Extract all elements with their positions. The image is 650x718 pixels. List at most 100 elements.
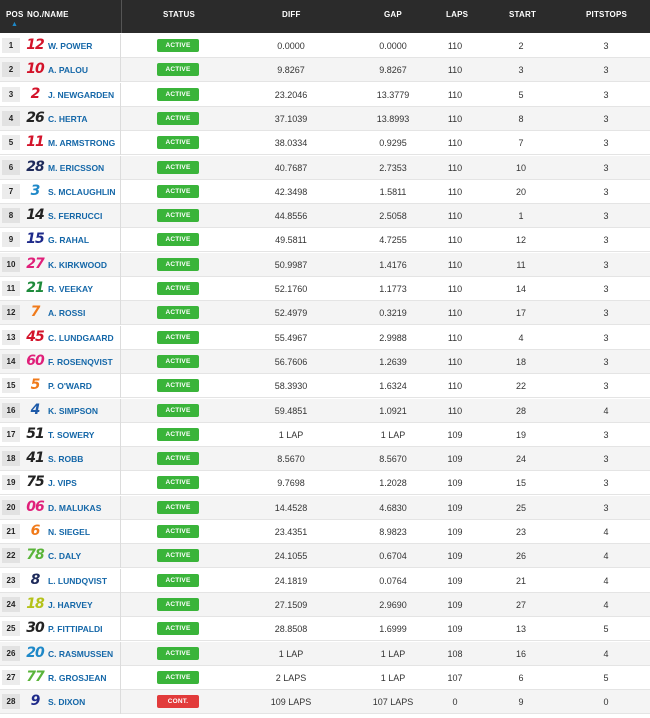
driver-name-link[interactable]: N. SIEGEL (48, 520, 90, 544)
driver-name-link[interactable]: P. O'WARD (48, 374, 92, 398)
header-num-name[interactable]: NO./NAME (27, 10, 69, 19)
driver-cell: 16 4 K. SIMPSON (0, 398, 121, 423)
driver-name-link[interactable]: R. GROSJEAN (48, 666, 107, 690)
status-badge: ACTIVE (157, 184, 199, 198)
driver-name-link[interactable]: J. NEWGARDEN (48, 83, 114, 107)
gap-cell: 1 LAP (380, 429, 406, 440)
diff-cell: 109 LAPS (270, 697, 312, 708)
driver-cell: 9 15 G. RAHAL (0, 228, 121, 253)
driver-cell: 28 9 S. DIXON (0, 690, 121, 715)
table-row: 24 18 J. HARVEY ACTIVE 27.1509 2.9690 109 27 4 (0, 592, 650, 617)
start-cell: 9 (518, 697, 524, 708)
diff-cell: 40.7687 (274, 162, 308, 173)
driver-cell: 2 10 A. PALOU (0, 58, 121, 83)
driver-name-link[interactable]: W. POWER (48, 34, 92, 58)
driver-cell: 25 30 P. FITTIPALDI (0, 617, 121, 642)
driver-name-link[interactable]: A. PALOU (48, 58, 88, 82)
driver-name-link[interactable]: S. MCLAUGHLIN (48, 180, 116, 204)
driver-name-link[interactable]: C. LUNDGAARD (48, 326, 114, 350)
table-row: 10 27 K. KIRKWOOD ACTIVE 50.9987 1.4176 110 11 3 (0, 252, 650, 277)
driver-name-link[interactable]: S. ROBB (48, 447, 83, 471)
position-cell: 15 (2, 378, 20, 394)
start-cell: 17 (515, 308, 526, 319)
driver-name-link[interactable]: C. RASMUSSEN (48, 642, 113, 666)
laps-cell: 110 (447, 405, 463, 416)
position-cell: 27 (2, 669, 20, 685)
laps-cell: 110 (447, 186, 463, 197)
position-cell: 4 (2, 110, 20, 126)
gap-cell: 2.5058 (379, 211, 407, 222)
driver-name-link[interactable]: J. HARVEY (48, 593, 93, 617)
start-cell: 7 (518, 138, 524, 149)
driver-name-link[interactable]: K. KIRKWOOD (48, 253, 107, 277)
position-cell: 11 (2, 281, 20, 296)
position-cell: 1 (2, 38, 20, 53)
driver-name-link[interactable]: J. VIPS (48, 471, 77, 495)
driver-name-link[interactable]: M. ARMSTRONG (48, 131, 115, 155)
status-badge: ACTIVE (157, 500, 199, 514)
driver-name-link[interactable]: S. FERRUCCI (48, 204, 102, 228)
start-cell: 27 (515, 599, 526, 610)
header-diff[interactable]: DIFF (282, 10, 301, 19)
laps-cell: 110 (447, 356, 463, 367)
driver-name-link[interactable]: F. ROSENQVIST (48, 350, 113, 374)
header-status[interactable]: STATUS (163, 10, 195, 19)
driver-cell: 15 5 P. O'WARD (0, 374, 121, 399)
pitstops-cell: 3 (603, 502, 609, 513)
status-badge: ACTIVE (157, 525, 199, 538)
diff-cell: 8.5670 (277, 454, 305, 465)
pitstops-cell: 0 (603, 697, 609, 708)
status-badge: ACTIVE (157, 646, 199, 660)
diff-cell: 14.4528 (274, 502, 308, 513)
position-cell: 10 (2, 256, 20, 272)
driver-name-link[interactable]: P. FITTIPALDI (48, 617, 102, 641)
car-number: 7 (30, 304, 41, 321)
header-laps[interactable]: LAPS (446, 10, 468, 19)
start-cell: 5 (518, 89, 524, 100)
driver-name-link[interactable]: A. ROSSI (48, 301, 85, 325)
driver-cell: 20 06 D. MALUKAS (0, 495, 121, 520)
gap-cell: 0.9295 (379, 138, 407, 149)
laps-cell: 110 (447, 41, 463, 51)
header-start[interactable]: START (509, 10, 536, 19)
driver-cell: 7 3 S. MCLAUGHLIN (0, 179, 121, 204)
header-pos[interactable]: POS (6, 10, 24, 19)
driver-name-link[interactable]: C. HERTA (48, 107, 88, 131)
start-cell: 8 (518, 113, 524, 124)
table-row: 13 45 C. LUNDGAARD ACTIVE 55.4967 2.9988 110 4 3 (0, 325, 650, 350)
driver-name-link[interactable]: C. DALY (48, 544, 81, 568)
header-pitstops[interactable]: PITSTOPS (586, 10, 627, 19)
gap-cell: 13.3779 (376, 89, 410, 100)
diff-cell: 28.8508 (274, 624, 308, 635)
table-row: 11 21 R. VEEKAY ACTIVE 52.1760 1.1773 110 14 3 (0, 277, 650, 301)
driver-name-link[interactable]: K. SIMPSON (48, 399, 98, 423)
driver-name-link[interactable]: M. ERICSSON (48, 156, 104, 180)
driver-name-link[interactable]: L. LUNDQVIST (48, 569, 107, 593)
driver-name-link[interactable]: T. SOWERY (48, 423, 94, 447)
results-table: POS ▲ NO./NAME STATUS DIFF GAP LAPS STAR… (0, 0, 650, 718)
start-cell: 4 (518, 332, 524, 343)
gap-cell: 0.0764 (379, 575, 407, 586)
gap-cell: 1 LAP (380, 648, 406, 659)
position-cell: 20 (2, 499, 20, 515)
pitstops-cell: 3 (603, 186, 609, 197)
header-gap[interactable]: GAP (384, 10, 402, 19)
driver-name-link[interactable]: S. DIXON (48, 690, 85, 714)
pitstops-cell: 4 (603, 551, 609, 562)
gap-cell: 1.2639 (379, 356, 407, 367)
status-badge: ACTIVE (157, 330, 199, 344)
driver-cell: 8 14 S. FERRUCCI (0, 204, 121, 229)
driver-name-link[interactable]: D. MALUKAS (48, 496, 101, 520)
driver-cell: 10 27 K. KIRKWOOD (0, 252, 121, 277)
position-cell: 19 (2, 475, 20, 491)
driver-name-link[interactable]: G. RAHAL (48, 228, 89, 252)
position-cell: 18 (2, 451, 20, 467)
position-cell: 13 (2, 329, 20, 345)
laps-cell: 110 (447, 138, 463, 149)
status-badge: ACTIVE (157, 136, 199, 150)
pitstops-cell: 5 (603, 624, 609, 635)
table-row: 21 6 N. SIEGEL ACTIVE 23.4351 8.9823 109 23 4 (0, 520, 650, 544)
sort-icon[interactable]: ▲ (11, 21, 18, 28)
driver-name-link[interactable]: R. VEEKAY (48, 277, 93, 301)
gap-cell: 1.5811 (379, 186, 407, 197)
